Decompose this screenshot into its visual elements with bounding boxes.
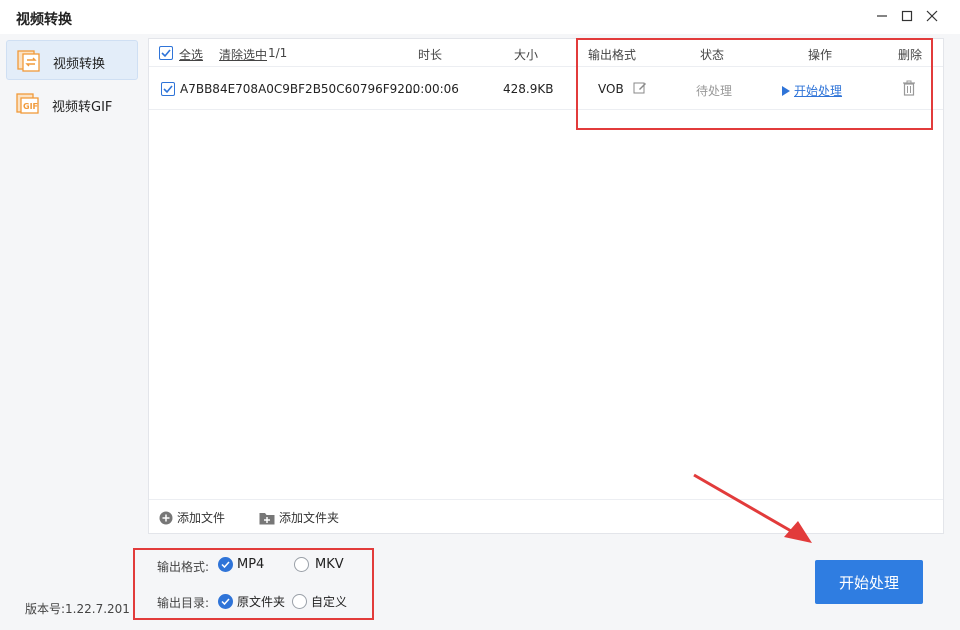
file-size: 428.9KB: [503, 82, 554, 96]
video-convert-icon: [17, 50, 40, 72]
radio-unchecked-icon: [292, 594, 307, 609]
format-option-mkv[interactable]: MKV: [294, 557, 344, 572]
svg-text:GIF: GIF: [23, 102, 38, 111]
column-header-status: 状态: [700, 48, 725, 62]
delete-row-button[interactable]: [902, 80, 916, 99]
file-status: 待处理: [696, 84, 733, 98]
column-header-action: 操作: [808, 48, 833, 62]
sidebar-item-video-convert[interactable]: 视频转换: [6, 40, 138, 80]
gif-icon: GIF: [16, 93, 39, 114]
check-icon: [161, 49, 171, 58]
table-header: 全选 清除选中 1/1 时长 大小 输出格式 状态 操作 删除: [149, 39, 943, 67]
sidebar-item-label: 视频转GIF: [52, 100, 113, 115]
minimize-button[interactable]: [870, 4, 894, 28]
close-icon: [926, 10, 938, 22]
file-duration: 00:00:06: [405, 82, 459, 96]
dir-option-label: 原文件夹: [237, 595, 286, 609]
radio-checked-icon: [218, 557, 233, 572]
close-button[interactable]: [920, 4, 944, 28]
select-all-link[interactable]: 全选: [179, 46, 203, 63]
check-icon: [163, 85, 173, 94]
version-text: 版本号:1.22.7.201: [25, 602, 130, 616]
dir-option-custom[interactable]: 自定义: [292, 593, 347, 610]
play-icon: [782, 85, 790, 96]
edit-icon: [633, 82, 646, 94]
row-checkbox[interactable]: [161, 82, 175, 96]
sidebar: 视频转换 GIF 视频转GIF: [0, 34, 146, 630]
maximize-button[interactable]: [895, 4, 919, 28]
output-dir-label: 输出目录:: [157, 596, 210, 610]
format-option-label: MP4: [237, 557, 265, 572]
file-list-panel: 全选 清除选中 1/1 时长 大小 输出格式 状态 操作 删除 A7BB84E7…: [148, 38, 944, 534]
file-output-format: VOB: [598, 82, 624, 96]
add-file-label: 添加文件: [177, 511, 226, 525]
title-bar: 视频转换: [0, 0, 960, 34]
add-file-button[interactable]: 添加文件: [159, 509, 225, 526]
radio-checked-icon: [218, 594, 233, 609]
sidebar-item-video-to-gif[interactable]: GIF 视频转GIF: [6, 84, 138, 124]
column-header-output-format: 输出格式: [588, 48, 637, 62]
edit-format-button[interactable]: [633, 81, 647, 98]
table-row: A7BB84E708A0C9BF2B50C60796F92... 00:00:0…: [149, 68, 943, 110]
column-header-delete: 删除: [898, 48, 923, 62]
output-format-label: 输出格式:: [157, 560, 210, 574]
row-start-button[interactable]: 开始处理: [781, 82, 842, 99]
minimize-icon: [877, 15, 887, 17]
app-title: 视频转换: [16, 12, 72, 28]
sidebar-item-label: 视频转换: [53, 57, 106, 72]
file-name: A7BB84E708A0C9BF2B50C60796F92...: [180, 82, 417, 96]
format-option-mp4[interactable]: MP4: [218, 557, 264, 572]
add-folder-button[interactable]: 添加文件夹: [259, 509, 339, 526]
add-folder-label: 添加文件夹: [279, 511, 340, 525]
select-all-checkbox[interactable]: [159, 46, 173, 60]
clear-selected-link[interactable]: 清除选中: [219, 46, 267, 63]
column-header-duration: 时长: [418, 48, 443, 62]
radio-unchecked-icon: [294, 557, 309, 572]
selection-count: 1/1: [268, 46, 288, 60]
trash-icon: [903, 80, 915, 96]
dir-option-original[interactable]: 原文件夹: [218, 593, 285, 610]
row-start-label: 开始处理: [794, 84, 843, 98]
format-option-label: MKV: [315, 557, 344, 572]
dir-option-label: 自定义: [311, 595, 348, 609]
maximize-icon: [901, 10, 913, 22]
add-circle-icon: [159, 511, 173, 524]
start-process-button[interactable]: 开始处理: [815, 560, 923, 604]
annotation-arrow-icon: [693, 473, 812, 543]
column-header-size: 大小: [514, 48, 539, 62]
add-folder-icon: [259, 512, 275, 524]
